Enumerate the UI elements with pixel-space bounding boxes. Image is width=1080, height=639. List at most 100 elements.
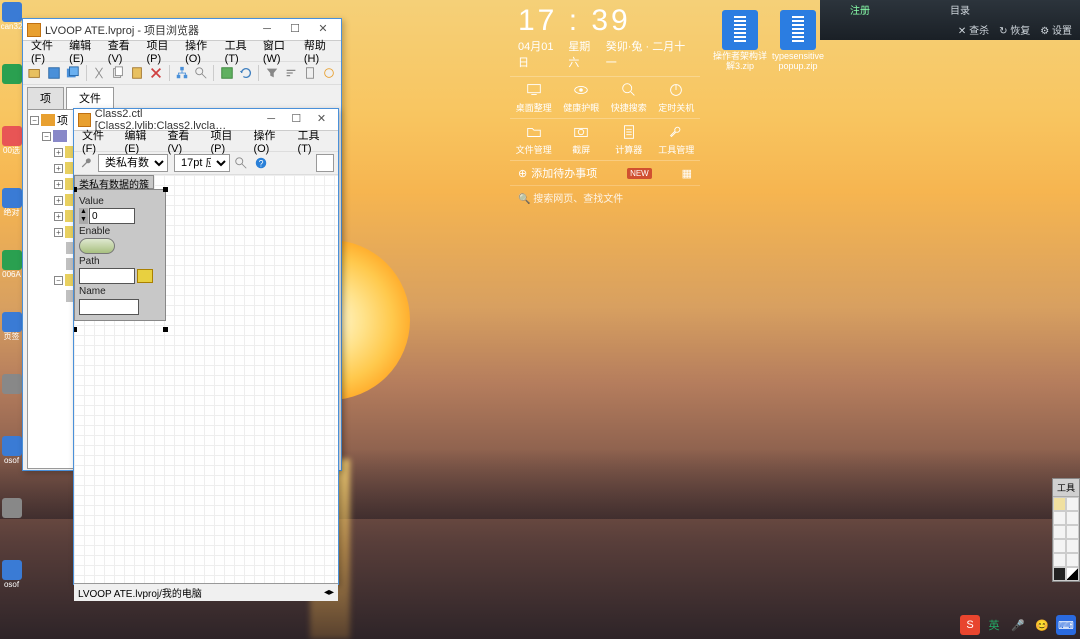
delete-icon[interactable]: [148, 64, 165, 82]
widget-tool-camera[interactable]: 截屏: [559, 123, 603, 156]
class-data-dropdown[interactable]: 类私有数据: [98, 154, 168, 172]
menu-item[interactable]: 文件(F): [78, 125, 118, 157]
tool-auto-icon[interactable]: [1053, 497, 1066, 511]
filter-icon[interactable]: [263, 64, 280, 82]
appbar-button[interactable]: ↻ 恢复: [999, 22, 1030, 37]
menu-item[interactable]: 编辑(E): [120, 125, 161, 157]
menu-item[interactable]: 编辑(E): [65, 35, 102, 67]
wrench-icon[interactable]: [78, 154, 96, 172]
desktop-icon[interactable]: 页签: [0, 312, 23, 352]
appbar-tab-catalog[interactable]: 目录: [950, 2, 970, 17]
synth-icon[interactable]: [320, 64, 337, 82]
sort-icon[interactable]: [282, 64, 299, 82]
tool-break-icon[interactable]: [1066, 539, 1079, 553]
tab-files[interactable]: 文件: [66, 87, 114, 109]
font-dropdown[interactable]: 17pt 应用: [174, 154, 230, 172]
refresh-icon[interactable]: [237, 64, 254, 82]
menu-item[interactable]: 操作(O): [181, 35, 219, 67]
expander-icon[interactable]: +: [54, 180, 63, 189]
tab-items[interactable]: 项: [27, 87, 64, 109]
desktop-icon[interactable]: osof: [0, 560, 23, 600]
expander-icon[interactable]: −: [42, 132, 51, 141]
value-input[interactable]: [89, 208, 135, 224]
appbar-button[interactable]: ⚙ 设置: [1040, 22, 1072, 37]
tool-text-icon[interactable]: [1066, 511, 1079, 525]
build-icon[interactable]: [218, 64, 235, 82]
search-icon[interactable]: [232, 154, 250, 172]
desktop-icon[interactable]: 绝对: [0, 188, 23, 228]
tool-probe-icon[interactable]: [1053, 553, 1066, 567]
widget-tool-power[interactable]: 定时关机: [654, 81, 698, 114]
tool-color-copy-icon[interactable]: [1066, 553, 1079, 567]
open-icon[interactable]: [27, 64, 44, 82]
selection-handle[interactable]: [74, 187, 77, 192]
appbar-button[interactable]: ✕ 查杀: [958, 22, 989, 37]
help-icon[interactable]: ?: [252, 154, 270, 172]
tray-item[interactable]: 英: [984, 615, 1004, 635]
copy-icon[interactable]: [110, 64, 127, 82]
desktop-icon[interactable]: 006A: [0, 250, 23, 290]
tools-palette[interactable]: 工具: [1052, 478, 1080, 582]
desktop-icon[interactable]: can32: [0, 2, 23, 42]
front-panel-grid[interactable]: 类私有数据的簇 Value ▲ ▼ Enable Path Name: [74, 175, 338, 583]
menu-item[interactable]: 工具(T): [294, 125, 334, 157]
tool-operate-icon[interactable]: [1066, 497, 1079, 511]
scroll-right-icon[interactable]: ▸: [329, 587, 334, 598]
menu-item[interactable]: 查看(V): [163, 125, 204, 157]
tray-item[interactable]: S: [960, 615, 980, 635]
expander-icon[interactable]: +: [54, 228, 63, 237]
zip-file[interactable]: 操作者架构详解3.zip: [712, 10, 768, 72]
expander-icon[interactable]: +: [54, 196, 63, 205]
class-icon-thumb[interactable]: [316, 154, 334, 172]
tray-item[interactable]: 🎤: [1008, 615, 1028, 635]
grid-icon[interactable]: ▦: [682, 167, 692, 180]
decrement-button[interactable]: ▼: [79, 216, 88, 224]
menu-item[interactable]: 窗口(W): [259, 35, 298, 67]
menu-item[interactable]: 帮助(H): [300, 35, 337, 67]
browse-button[interactable]: [137, 269, 153, 283]
menu-item[interactable]: 操作(O): [249, 125, 291, 157]
desktop-icon[interactable]: 00选: [0, 126, 23, 166]
tool-scroll-icon[interactable]: [1053, 539, 1066, 553]
name-input[interactable]: [79, 299, 139, 315]
add-todo-row[interactable]: ⊕添加待办事项 NEW ▦: [510, 160, 700, 185]
widget-tool-eye[interactable]: 健康护眼: [559, 81, 603, 114]
menu-item[interactable]: 项目(P): [142, 35, 179, 67]
save-all-icon[interactable]: [65, 64, 82, 82]
expander-icon[interactable]: +: [54, 164, 63, 173]
expander-icon[interactable]: +: [54, 212, 63, 221]
desktop-icon[interactable]: [0, 64, 23, 104]
widget-tool-folder[interactable]: 文件管理: [512, 123, 556, 156]
menu-item[interactable]: 文件(F): [27, 35, 63, 67]
desktop-icon[interactable]: [0, 374, 23, 414]
zip-file[interactable]: typesensitive popup.zip: [770, 10, 826, 72]
widget-tool-monitor[interactable]: 桌面整理: [512, 81, 556, 114]
increment-button[interactable]: ▲: [79, 208, 88, 216]
tool-fg-bg-icon[interactable]: [1066, 567, 1079, 581]
desktop-icon[interactable]: osof: [0, 436, 23, 476]
widget-tool-calc[interactable]: 计算器: [607, 123, 651, 156]
tool-position-icon[interactable]: [1053, 511, 1066, 525]
path-input[interactable]: [79, 268, 135, 284]
hierarchy-icon[interactable]: [174, 64, 191, 82]
selection-handle[interactable]: [163, 327, 168, 332]
tool-popup-icon[interactable]: [1066, 525, 1079, 539]
appbar-tab-register[interactable]: 注册: [850, 2, 870, 17]
tool-wire-icon[interactable]: [1053, 525, 1066, 539]
selection-handle[interactable]: [74, 327, 77, 332]
tool-color-icon[interactable]: [1053, 567, 1066, 581]
menu-item[interactable]: 工具(T): [221, 35, 257, 67]
clean-icon[interactable]: [301, 64, 318, 82]
expander-icon[interactable]: +: [54, 148, 63, 157]
find-icon[interactable]: [193, 64, 210, 82]
private-data-cluster[interactable]: Value ▲ ▼ Enable Path Name: [74, 189, 166, 321]
enable-switch[interactable]: [79, 238, 115, 254]
widget-tool-search[interactable]: 快捷搜索: [607, 81, 651, 114]
widget-tool-wrench[interactable]: 工具管理: [654, 123, 698, 156]
widget-search[interactable]: 🔍 搜索网页、查找文件: [510, 185, 700, 209]
paste-icon[interactable]: [129, 64, 146, 82]
tray-item[interactable]: 😊: [1032, 615, 1052, 635]
save-icon[interactable]: [46, 64, 63, 82]
expander-icon[interactable]: −: [30, 116, 39, 125]
menu-item[interactable]: 查看(V): [104, 35, 141, 67]
